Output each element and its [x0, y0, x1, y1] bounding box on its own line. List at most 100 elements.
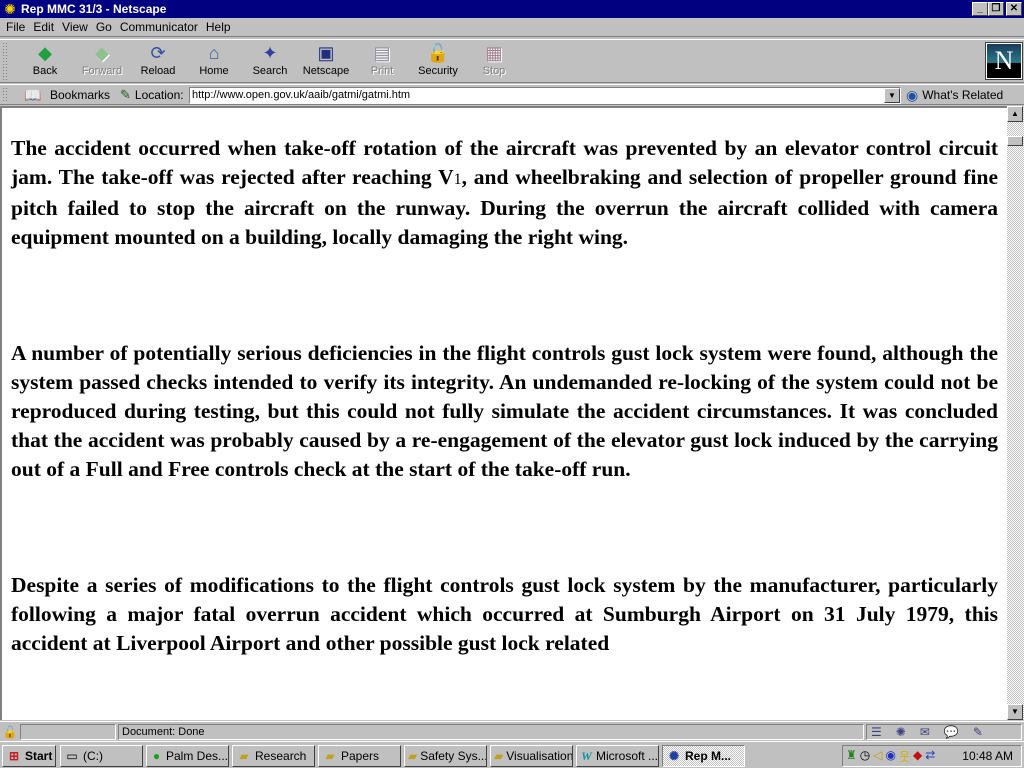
palm-desktop-icon: ●	[152, 749, 161, 763]
whats-related-button[interactable]: ◉ What's Related	[906, 86, 1003, 104]
taskbar-label: Research	[255, 749, 307, 763]
minimize-button[interactable]: _	[972, 2, 988, 16]
my-netscape-button[interactable]: ▣ Netscape	[298, 42, 354, 82]
search-label: Search	[252, 65, 288, 77]
navigation-toolbar: ◆ Back ◆ Forward ⟳ Reload ⌂ Home ✦ Searc…	[0, 39, 1024, 83]
page-content: The accident occurred when take-off rota…	[0, 106, 1008, 720]
taskbar-button-microsoft-word[interactable]: W Microsoft ...	[576, 745, 659, 767]
close-button[interactable]: ✕	[1006, 2, 1022, 16]
reload-button[interactable]: ⟳ Reload	[130, 42, 186, 82]
arrow-up-icon: ▲	[1011, 109, 1019, 118]
clock-tray-icon[interactable]: ◷	[860, 748, 870, 765]
security-button[interactable]: 🔓 Security	[410, 42, 466, 82]
window-controls: _ ❐ ✕	[972, 2, 1022, 16]
search-icon: ✦	[262, 43, 278, 63]
url-input[interactable]: http://www.open.gov.uk/aaib/gatmi/gatmi.…	[189, 87, 901, 104]
menu-file-label: File	[6, 20, 26, 34]
sync-tray-icon[interactable]: ⇄	[925, 748, 935, 765]
paragraph-2: A number of potentially serious deficien…	[11, 341, 998, 481]
home-label: Home	[199, 65, 229, 77]
menu-communicator[interactable]: Communicator	[116, 20, 202, 34]
netscape-icon: ✺	[668, 749, 680, 763]
vertical-scrollbar[interactable]: ▲ ▼	[1007, 106, 1024, 720]
scroll-thumb[interactable]	[1007, 136, 1023, 146]
taskbar-button-research[interactable]: ▰ Research	[232, 745, 315, 767]
discussion-icon[interactable]: 💬	[944, 725, 959, 739]
component-grip-icon[interactable]: ☰	[871, 725, 882, 739]
chevron-down-icon: ▼	[888, 91, 896, 100]
menu-communicator-label: Communicator	[119, 20, 198, 34]
stop-button[interactable]: ▦ Stop	[466, 42, 522, 82]
home-button[interactable]: ⌂ Home	[186, 42, 242, 82]
forward-arrow-icon: ◆	[95, 43, 109, 63]
paragraph-3: Despite a series of modifications to the…	[11, 573, 998, 655]
taskbar-label: Microsoft ...	[595, 749, 658, 763]
taskbar-label: Safety Sys...	[420, 749, 487, 763]
taskbar-button-papers[interactable]: ▰ Papers	[318, 745, 401, 767]
whats-related-label: What's Related	[922, 88, 1004, 102]
scroll-down-button[interactable]: ▼	[1007, 704, 1023, 720]
volume-icon[interactable]: ◁	[873, 748, 882, 765]
toolbar-grip-handle[interactable]	[2, 42, 8, 80]
arrow-down-icon: ▼	[1011, 707, 1019, 716]
drive-icon: ▭	[66, 749, 78, 763]
composer-icon[interactable]: ✎	[973, 725, 983, 739]
taskbar-label: Visualisation	[506, 749, 573, 763]
system-tray: ♜ ◷ ◁ ◉ 웃 ◆ ⇄ 10:48 AM	[842, 745, 1022, 767]
start-button[interactable]: ⊞ Start	[2, 745, 56, 767]
folder-icon: ▰	[494, 749, 504, 763]
print-button[interactable]: ▤ Print	[354, 42, 410, 82]
security-status-icon[interactable]: 🔓	[2, 724, 18, 740]
menu-edit-label: Edit	[33, 20, 55, 34]
network-tray-icon[interactable]: ♜	[846, 748, 857, 765]
taskbar-button-netscape-active[interactable]: ✺ Rep M...	[662, 745, 745, 767]
taskbar-button-visualisation[interactable]: ▰ Visualisation	[490, 745, 573, 767]
netscape-app-icon: ✺	[4, 1, 16, 17]
windows-logo-icon: ⊞	[8, 749, 20, 763]
back-button[interactable]: ◆ Back	[17, 42, 73, 82]
bookmarks-icon: 📖	[24, 86, 42, 103]
menu-edit[interactable]: Edit	[29, 20, 58, 34]
stop-icon: ▦	[485, 43, 503, 63]
url-dropdown-button[interactable]: ▼	[884, 88, 900, 103]
restore-button[interactable]: ❐	[988, 2, 1004, 16]
location-grip-handle[interactable]	[2, 87, 8, 102]
menu-file[interactable]: File	[2, 20, 29, 34]
word-icon: W	[581, 748, 592, 763]
realplayer-tray-icon[interactable]: ◆	[913, 748, 922, 765]
clock[interactable]: 10:48 AM	[962, 749, 1013, 763]
page-proxy-icon[interactable]: ✎	[120, 87, 131, 103]
navigator-icon[interactable]: ✺	[896, 725, 906, 739]
taskbar-button-safety-sys[interactable]: ▰ Safety Sys...	[404, 745, 487, 767]
forward-button[interactable]: ◆ Forward	[74, 42, 130, 82]
security-label: Security	[418, 65, 458, 77]
eye-tray-icon[interactable]: ◉	[885, 748, 895, 765]
print-icon: ▤	[373, 43, 391, 63]
scroll-up-button[interactable]: ▲	[1007, 106, 1023, 122]
search-button[interactable]: ✦ Search	[242, 42, 298, 82]
menu-go[interactable]: Go	[92, 20, 116, 34]
bookmarks-button[interactable]: 📖 Bookmarks	[20, 86, 110, 104]
bookmarks-label: Bookmarks	[50, 88, 111, 102]
home-icon: ⌂	[208, 43, 220, 63]
v1-subscript: 1	[453, 171, 462, 188]
aim-tray-icon[interactable]: 웃	[899, 748, 910, 765]
folder-icon: ▰	[325, 749, 335, 763]
taskbar-button-palm-desktop[interactable]: ● Palm Des...	[146, 745, 229, 767]
menu-view[interactable]: View	[58, 20, 92, 34]
folder-icon: ▰	[239, 749, 249, 763]
taskbar-button-drive-c[interactable]: ▭ (C:)	[60, 745, 143, 767]
location-label: Location:	[134, 88, 184, 102]
menu-help[interactable]: Help	[202, 20, 235, 34]
taskbar: ⊞ Start ▭ (C:) ● Palm Des... ▰ Research …	[0, 741, 1024, 768]
netscape-logo[interactable]: N	[985, 42, 1023, 80]
folder-icon: ▰	[408, 749, 418, 763]
print-label: Print	[370, 65, 394, 77]
back-label: Back	[32, 65, 58, 77]
status-bar: 🔓 Document: Done ☰ ✺ ✉ 💬 ✎	[0, 721, 1024, 741]
menu-help-label: Help	[205, 20, 231, 34]
reload-icon: ⟳	[150, 43, 166, 63]
mail-icon[interactable]: ✉	[920, 725, 930, 739]
forward-label: Forward	[81, 65, 123, 77]
my-netscape-icon: ▣	[317, 43, 335, 63]
